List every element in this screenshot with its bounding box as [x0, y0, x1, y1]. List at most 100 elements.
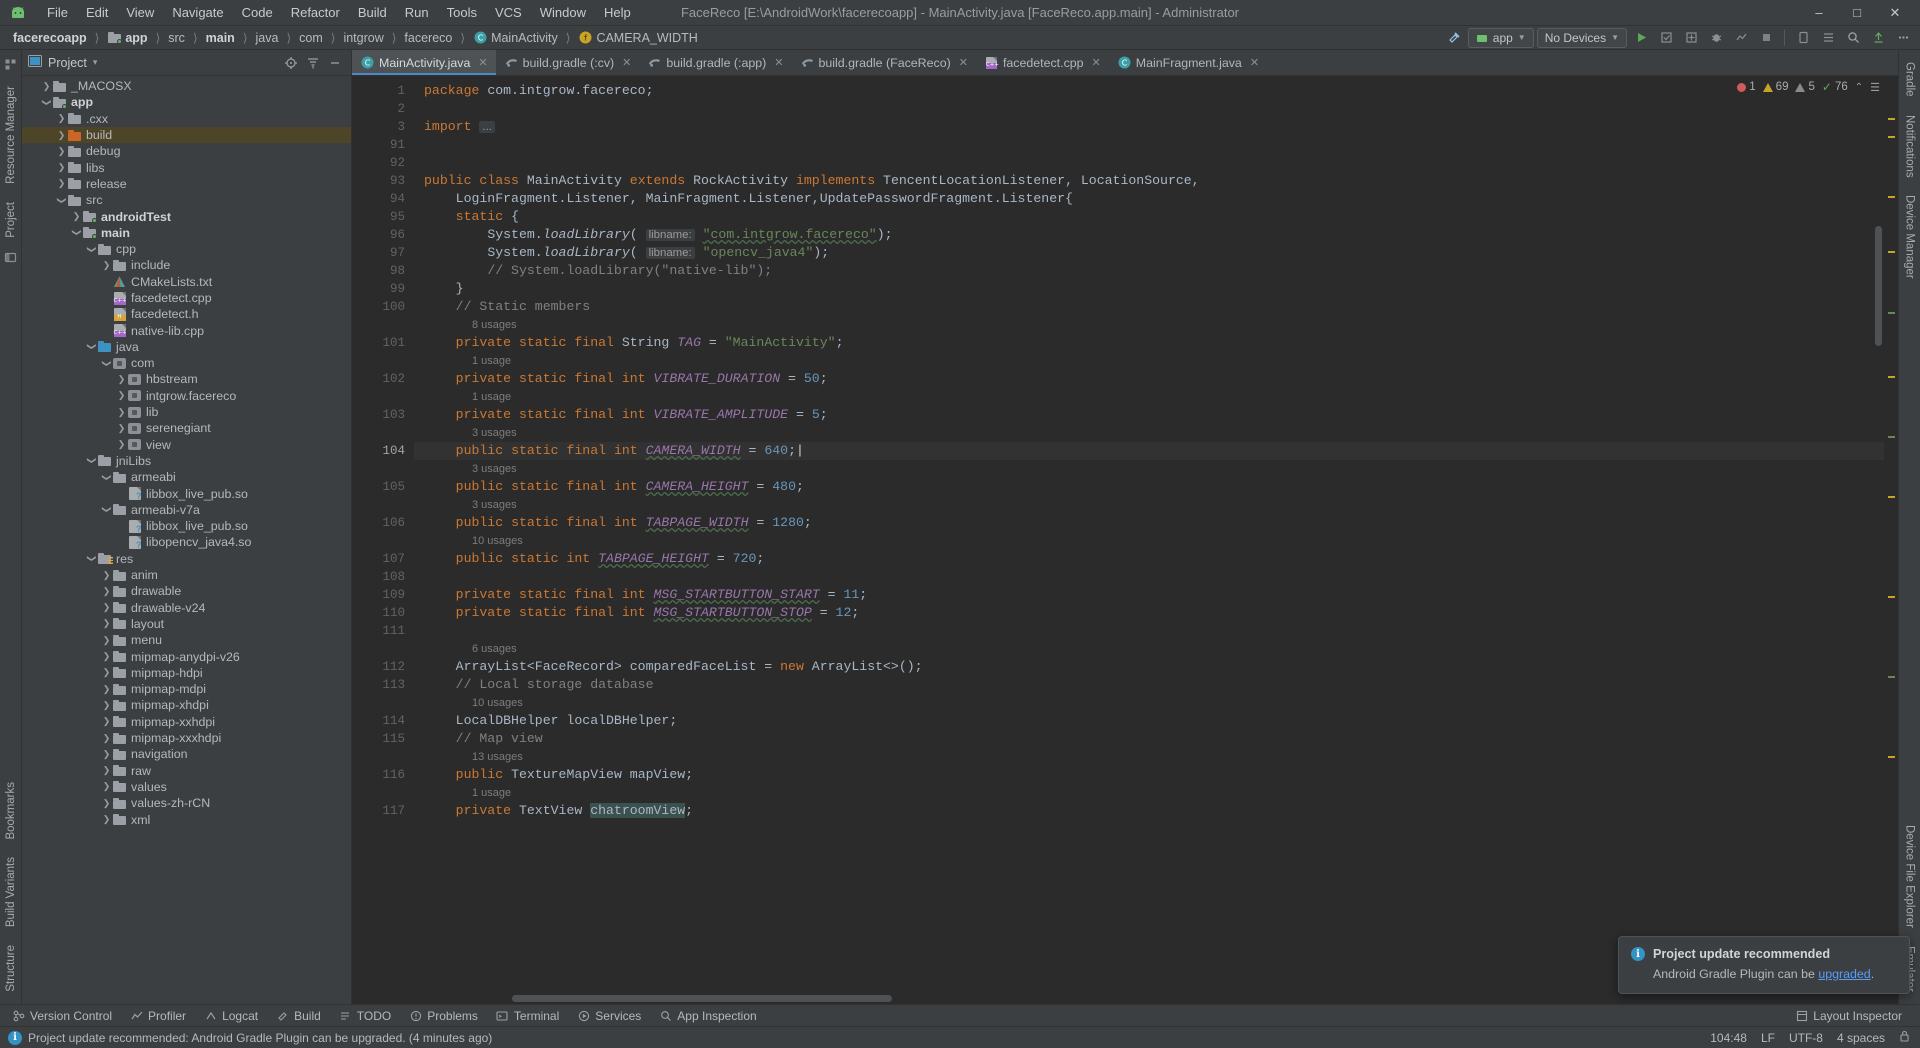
close-tab-icon[interactable]: ✕ — [774, 56, 783, 69]
chevron-right-icon[interactable]: ❯ — [101, 684, 112, 695]
tree-node-drawable[interactable]: ❯ drawable — [22, 583, 351, 599]
tree-node-macosx[interactable]: ❯ _MACOSX — [22, 78, 351, 94]
menu-tools[interactable]: Tools — [438, 3, 486, 22]
tree-node-mipmap-xhdpi[interactable]: ❯ mipmap-xhdpi — [22, 697, 351, 713]
tree-node-values-zh-rcn[interactable]: ❯ values-zh-rCN — [22, 795, 351, 811]
close-button[interactable]: ✕ — [1876, 1, 1914, 25]
collapse-all-icon[interactable] — [303, 53, 323, 73]
debug-icon[interactable] — [1705, 28, 1727, 48]
chevron-right-icon[interactable]: ❯ — [101, 814, 112, 825]
code-line-107[interactable]: public static int TABPAGE_HEIGHT = 720; — [414, 550, 1884, 568]
tool-window-tab-structure[interactable]: Structure — [2, 939, 20, 998]
tool-window-tab-bookmarks[interactable]: Bookmarks — [2, 776, 20, 846]
menu-help[interactable]: Help — [595, 3, 640, 22]
usages-hint[interactable]: 3 usages — [414, 424, 1884, 442]
code-line-91[interactable] — [414, 136, 1884, 154]
tree-node-androidtest[interactable]: ❯ androidTest — [22, 208, 351, 224]
code-line-98[interactable]: // System.loadLibrary("native-lib"); — [414, 262, 1884, 280]
minimize-button[interactable]: – — [1800, 1, 1838, 25]
tree-node-libbox-live-pub-so[interactable]: libbox_live_pub.so — [22, 518, 351, 534]
code-line-104[interactable]: public static final int CAMERA_WIDTH = 6… — [414, 442, 1884, 460]
usages-hint[interactable]: 1 usage — [414, 352, 1884, 370]
tool-window-terminal[interactable]: Terminal — [488, 1007, 567, 1025]
breadcrumb-item-app[interactable]: app — [104, 30, 150, 46]
vcs-update-icon[interactable] — [1867, 28, 1889, 48]
tool-window-layout-inspector[interactable]: Layout Inspector — [1787, 1007, 1910, 1025]
tree-node-lib[interactable]: ❯ lib — [22, 404, 351, 420]
breadcrumb-item-main[interactable]: main — [203, 30, 238, 46]
editor-error-stripe[interactable] — [1884, 76, 1898, 994]
tool-window-problems[interactable]: Problems — [401, 1007, 486, 1025]
tool-window-tab-project[interactable]: Project — [2, 196, 20, 244]
indent-setting[interactable]: 4 spaces — [1837, 1031, 1885, 1045]
breadcrumb-item-src[interactable]: src — [165, 30, 188, 46]
breadcrumb-item-intgrow[interactable]: intgrow — [340, 30, 386, 46]
chevron-down-icon[interactable]: ❯ — [41, 97, 52, 108]
chevron-right-icon[interactable]: ❯ — [71, 211, 82, 222]
tree-node-hbstream[interactable]: ❯ hbstream — [22, 371, 351, 387]
menu-refactor[interactable]: Refactor — [282, 3, 349, 22]
breadcrumb-item-facereco[interactable]: facereco — [401, 30, 455, 46]
code-line-2[interactable] — [414, 100, 1884, 118]
tree-node-native-lib-cpp[interactable]: C++ native-lib.cpp — [22, 322, 351, 338]
chevron-right-icon[interactable]: ❯ — [101, 635, 112, 646]
lock-icon[interactable] — [1899, 1030, 1910, 1045]
stop-icon[interactable] — [1755, 28, 1777, 48]
tool-window-profiler[interactable]: Profiler — [122, 1007, 194, 1025]
apply-code-changes-icon[interactable] — [1680, 28, 1702, 48]
caret-position[interactable]: 104:48 — [1710, 1031, 1747, 1045]
more-icon[interactable] — [1892, 28, 1914, 48]
run-icon[interactable] — [1630, 28, 1652, 48]
tree-node-libopencv-java4-so[interactable]: libopencv_java4.so — [22, 534, 351, 550]
menu-file[interactable]: File — [38, 3, 77, 22]
code-line-106[interactable]: public static final int TABPAGE_WIDTH = … — [414, 514, 1884, 532]
chevron-right-icon[interactable]: ❯ — [101, 260, 112, 271]
chevron-down-icon[interactable]: ❯ — [86, 341, 97, 352]
tree-node-intgrow-facereco[interactable]: ❯ intgrow.facereco — [22, 388, 351, 404]
code-line-100[interactable]: // Static members — [414, 298, 1884, 316]
chevron-right-icon[interactable]: ❯ — [101, 749, 112, 760]
tree-node-facedetect-cpp[interactable]: C++ facedetect.cpp — [22, 290, 351, 306]
tool-window-tab-resource-manager[interactable]: Resource Manager — [2, 80, 20, 190]
code-line-3[interactable]: import ...⊞ — [414, 118, 1884, 136]
code-line-110[interactable]: private static final int MSG_STARTBUTTON… — [414, 604, 1884, 622]
run-configuration-selector[interactable]: app ▼ — [1467, 27, 1534, 48]
tool-window-version-control[interactable]: Version Control — [4, 1007, 120, 1025]
chevron-right-icon[interactable]: ❯ — [101, 798, 112, 809]
tree-node-cpp[interactable]: ❯ cpp — [22, 241, 351, 257]
code-line-105[interactable]: public static final int CAMERA_HEIGHT = … — [414, 478, 1884, 496]
tree-node-layout[interactable]: ❯ layout — [22, 616, 351, 632]
chevron-right-icon[interactable]: ❯ — [56, 146, 67, 157]
close-tab-icon[interactable]: ✕ — [1250, 56, 1259, 69]
code-line-113[interactable]: // Local storage database — [414, 676, 1884, 694]
tree-node-mipmap-mdpi[interactable]: ❯ mipmap-mdpi — [22, 681, 351, 697]
usages-hint[interactable]: 3 usages — [414, 460, 1884, 478]
chevron-right-icon[interactable]: ❯ — [56, 130, 67, 141]
menu-navigate[interactable]: Navigate — [163, 3, 232, 22]
chevron-down-icon[interactable]: ❯ — [56, 195, 67, 206]
project-panel-title[interactable]: Project ▾ — [28, 55, 97, 70]
tree-node-mipmap-anydpi-v26[interactable]: ❯ mipmap-anydpi-v26 — [22, 648, 351, 664]
close-tab-icon[interactable]: ✕ — [1092, 56, 1101, 69]
code-line-97[interactable]: System.loadLibrary( libname: "opencv_jav… — [414, 244, 1884, 262]
project-tree[interactable]: ❯ _MACOSX ❯ app ❯ .cxx ❯ build ❯ debug ❯ libs ❯ relea… — [22, 76, 351, 1004]
chevron-right-icon[interactable]: ❯ — [41, 81, 52, 92]
chevron-down-icon[interactable]: ❯ — [101, 504, 112, 515]
chevron-right-icon[interactable]: ❯ — [101, 667, 112, 678]
profile-icon[interactable] — [1730, 28, 1752, 48]
chevron-right-icon[interactable]: ❯ — [101, 765, 112, 776]
chevron-right-icon[interactable]: ❯ — [116, 374, 127, 385]
search-icon[interactable] — [1842, 28, 1864, 48]
tree-node-mipmap-hdpi[interactable]: ❯ mipmap-hdpi — [22, 665, 351, 681]
resource-manager-icon[interactable] — [3, 56, 19, 72]
tree-node-values[interactable]: ❯ values — [22, 779, 351, 795]
avd-manager-icon[interactable] — [1792, 28, 1814, 48]
chevron-down-icon[interactable]: ❯ — [86, 455, 97, 466]
code-line-109[interactable]: private static final int MSG_STARTBUTTON… — [414, 586, 1884, 604]
project-icon[interactable] — [3, 250, 19, 266]
chevron-down-icon[interactable]: ❯ — [71, 227, 82, 238]
chevron-right-icon[interactable]: ❯ — [116, 390, 127, 401]
usages-hint[interactable]: 1 usage — [414, 388, 1884, 406]
tree-node-src[interactable]: ❯ src — [22, 192, 351, 208]
menu-edit[interactable]: Edit — [77, 3, 117, 22]
